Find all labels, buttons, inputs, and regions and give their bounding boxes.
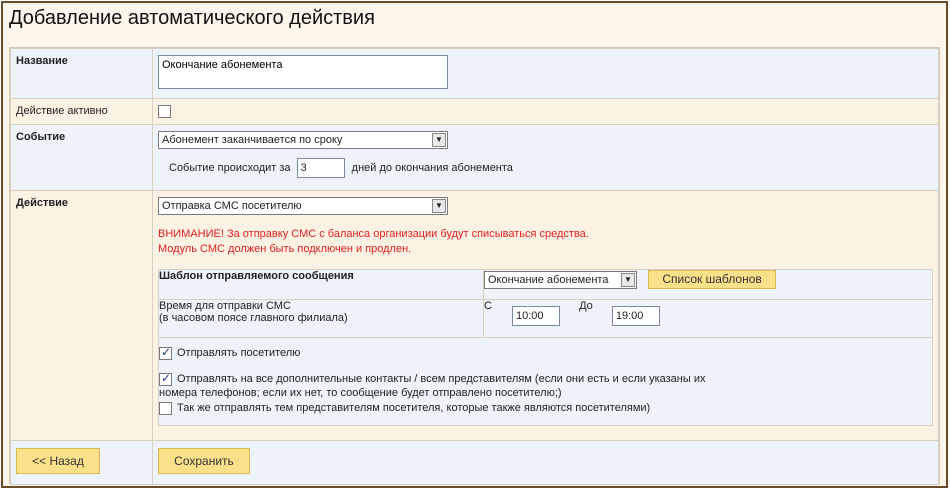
save-button[interactable]: Сохранить (158, 448, 250, 474)
event-occurs-suffix: дней до окончания абонемента (351, 161, 513, 174)
back-button[interactable]: << Назад (16, 448, 100, 474)
send-visitor-label: Отправлять посетителю (177, 347, 301, 359)
sms-settings-table: Шаблон отправляемого сообщения Окончание… (158, 269, 933, 426)
time-to-label: До (579, 300, 593, 312)
back-cell: << Назад (10, 440, 153, 485)
name-input[interactable]: Окончание абонемента (158, 55, 448, 89)
time-from-input[interactable]: 10:00 (512, 306, 561, 326)
template-select-value: Окончание абонемента (488, 273, 609, 286)
action-cell: Отправка СМС посетителю ▼ ВНИМАНИЕ! За о… (152, 190, 939, 441)
template-list-button[interactable]: Список шаблонов (648, 270, 777, 289)
window-frame: Добавление автоматического действия Назв… (1, 1, 948, 488)
template-row: Шаблон отправляемого сообщения Окончание… (158, 269, 933, 300)
send-contacts-checkbox[interactable] (159, 371, 172, 386)
event-occurs-line: Событие происходит за 3 дней до окончани… (158, 158, 933, 178)
footer-row: << Назад Сохранить (10, 440, 939, 485)
time-to-input[interactable]: 19:00 (611, 306, 660, 326)
time-from-label: С (484, 300, 492, 312)
send-reps-label: Так же отправлять тем представителям пос… (177, 402, 651, 414)
send-visitor-checkbox[interactable] (159, 345, 172, 360)
action-select[interactable]: Отправка СМС посетителю ▼ (158, 197, 448, 215)
chevron-down-icon: ▼ (621, 272, 635, 287)
options-cell: Отправлять посетителю Отправлять на все … (158, 337, 933, 426)
send-contacts-label-line1: Отправлять на все дополнительные контакт… (177, 373, 706, 385)
event-days-input[interactable]: 3 (296, 158, 345, 178)
chevron-down-icon: ▼ (432, 199, 446, 213)
name-row: Название Окончание абонемента (10, 48, 939, 99)
opt-send-reps: Так же отправлять тем представителям пос… (159, 402, 932, 415)
time-label: Время для отправки СМС (в часовом поясе … (158, 299, 484, 338)
action-row: Действие Отправка СМС посетителю ▼ ВНИМА… (10, 190, 939, 441)
active-row: Действие активно (10, 98, 939, 125)
name-label: Название (10, 48, 153, 99)
name-cell: Окончание абонемента (152, 48, 939, 99)
active-label: Действие активно (10, 98, 153, 125)
time-label-line1: Время для отправки СМС (159, 300, 291, 312)
form-table: Название Окончание абонемента Действие а… (10, 48, 939, 485)
sms-warning-line2: Модуль СМС должен быть подключен и продл… (158, 243, 412, 255)
action-label: Действие (10, 190, 153, 441)
sms-warning-line1: ВНИМАНИЕ! За отправку СМС с баланса орга… (158, 228, 589, 240)
opt-send-contacts: Отправлять на все дополнительные контакт… (159, 371, 932, 386)
page-title: Добавление автоматического действия (9, 7, 375, 29)
event-select-value: Абонемент заканчивается по сроку (162, 134, 343, 146)
options-row: Отправлять посетителю Отправлять на все … (158, 337, 933, 426)
template-label: Шаблон отправляемого сообщения (158, 269, 484, 300)
event-label: Событие (10, 124, 153, 191)
template-cell: Окончание абонемента ▼ Список шаблонов (483, 269, 933, 300)
action-select-value: Отправка СМС посетителю (162, 200, 302, 212)
time-label-line2: (в часовом поясе главного филиала) (159, 312, 348, 324)
send-contacts-label-line2: номера телефонов; если их нет, то сообще… (159, 387, 562, 399)
template-select[interactable]: Окончание абонемента ▼ (484, 270, 637, 289)
active-cell (152, 98, 939, 125)
form-panel: Название Окончание абонемента Действие а… (9, 47, 940, 485)
time-cell: С 10:00 До 19:00 (483, 299, 933, 338)
chevron-down-icon: ▼ (432, 133, 446, 147)
sms-warning: ВНИМАНИЕ! За отправку СМС с баланса орга… (158, 227, 933, 257)
active-checkbox[interactable] (158, 105, 171, 118)
event-select[interactable]: Абонемент заканчивается по сроку ▼ (158, 131, 448, 149)
opt-send-visitor: Отправлять посетителю (159, 345, 932, 360)
send-contacts-label: Отправлять на все дополнительные контакт… (177, 373, 705, 385)
save-cell: Сохранить (152, 440, 939, 485)
event-row: Событие Абонемент заканчивается по сроку… (10, 124, 939, 191)
time-row: Время для отправки СМС (в часовом поясе … (158, 299, 933, 338)
event-cell: Абонемент заканчивается по сроку ▼ Событ… (152, 124, 939, 191)
send-reps-checkbox[interactable] (159, 402, 172, 415)
event-occurs-prefix: Событие происходит за (169, 161, 291, 174)
